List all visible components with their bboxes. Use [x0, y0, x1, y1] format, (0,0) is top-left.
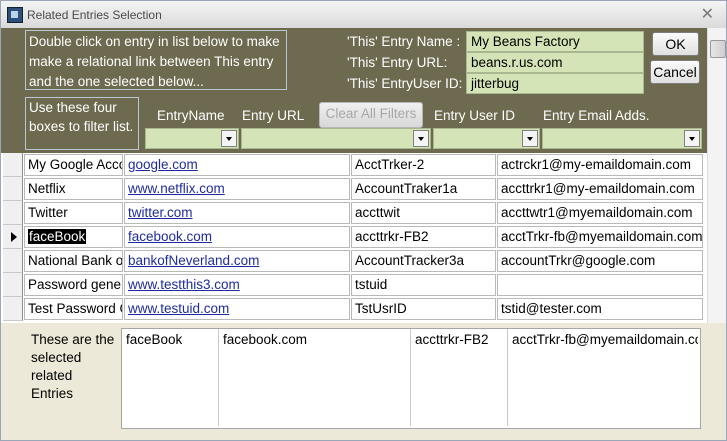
entry-email-cell[interactable]: accttwtr1@myemaildomain.com	[497, 202, 703, 224]
this-entry-name-field[interactable]: My Beans Factory	[466, 31, 644, 52]
entry-user-id-cell[interactable]: AccountTraker1a	[351, 178, 496, 200]
chevron-down-icon[interactable]	[221, 130, 237, 147]
entry-name-cell[interactable]: faceBook	[24, 226, 123, 248]
entry-url-link[interactable]: www.netflix.com	[124, 178, 350, 200]
chevron-down-icon[interactable]	[684, 130, 700, 147]
row-selector[interactable]	[3, 153, 23, 177]
row-selector[interactable]	[3, 273, 23, 297]
row-selector[interactable]	[3, 249, 23, 273]
entry-user-id-cell[interactable]: AccountTracker3a	[351, 250, 496, 272]
entry-url-link[interactable]: twitter.com	[124, 202, 350, 224]
column-header-entry-name: EntryName	[157, 108, 225, 123]
close-icon[interactable]: ✕	[701, 4, 714, 24]
this-entry-url-label: 'This' Entry URL:	[347, 55, 448, 70]
entry-name-cell[interactable]: Password gene	[24, 274, 123, 296]
this-entry-userid-label: 'This' EntryUser ID:	[347, 76, 463, 91]
row-selector[interactable]	[3, 177, 23, 201]
entry-email-cell[interactable]: acctTrkr-fb@myemaildomain.com	[497, 226, 703, 248]
chevron-down-icon[interactable]	[413, 130, 429, 147]
entry-name-cell[interactable]: National Bank o	[24, 250, 123, 272]
filter-hint-text: Use these four boxes to filter list.	[25, 97, 139, 150]
entry-user-id-cell[interactable]: AcctTrker-2	[351, 154, 496, 176]
entry-email-cell[interactable]: tstid@tester.com	[497, 298, 703, 320]
entry-url-link[interactable]: www.testuid.com	[124, 298, 350, 320]
current-record-arrow-icon[interactable]	[3, 225, 23, 249]
row-selector[interactable]	[3, 201, 23, 225]
row-selector[interactable]	[3, 297, 23, 321]
selected-entries-label: These are the selected related Entries	[31, 332, 115, 401]
table-row[interactable]: Netflix www.netflix.com AccountTraker1a …	[1, 177, 707, 201]
entry-name-cell[interactable]: Test Password G	[24, 298, 123, 320]
entry-email-cell[interactable]: actrckr1@my-emaildomain.com	[497, 154, 703, 176]
filter-entry-email-combo[interactable]	[542, 128, 702, 149]
entry-name-cell[interactable]: Netflix	[24, 178, 123, 200]
window-title: Related Entries Selection	[27, 8, 162, 22]
selected-entry-url[interactable]: facebook.com	[219, 329, 411, 426]
instructions-text: Double click on entry in list below to m…	[25, 30, 287, 90]
entry-url-link[interactable]: google.com	[124, 154, 350, 176]
entries-list: My Google Acco google.com AcctTrker-2 ac…	[1, 153, 707, 323]
entry-user-id-cell[interactable]: TstUsrID	[351, 298, 496, 320]
filter-entry-name-combo[interactable]	[145, 128, 239, 149]
entry-email-cell[interactable]	[497, 274, 703, 296]
entry-name-cell[interactable]: My Google Acco	[24, 154, 123, 176]
entry-url-link[interactable]: facebook.com	[124, 226, 350, 248]
column-header-entry-user-id: Entry User ID	[434, 108, 516, 123]
this-entry-userid-field[interactable]: jitterbug	[466, 73, 644, 94]
selected-entry-user-id[interactable]: accttrkr-FB2	[411, 329, 508, 426]
form-footer: These are the selected related Entries f…	[1, 323, 726, 440]
app-icon	[7, 7, 23, 23]
table-row[interactable]: Password gene www.testthis3.com tstuid	[1, 273, 707, 297]
table-row-current[interactable]: faceBook facebook.com accttrkr-FB2 acctT…	[1, 225, 707, 249]
entry-url-link[interactable]: bankofNeverland.com	[124, 250, 350, 272]
entry-user-id-cell[interactable]: tstuid	[351, 274, 496, 296]
selected-entries-list[interactable]: faceBook facebook.com accttrkr-FB2 acctT…	[121, 328, 701, 429]
filter-entry-user-id-combo[interactable]	[433, 128, 540, 149]
chevron-down-icon[interactable]	[522, 130, 538, 147]
scrollbar-thumb[interactable]	[710, 40, 726, 58]
entry-email-cell[interactable]: accountTrkr@google.com	[497, 250, 703, 272]
title-bar: Related Entries Selection ✕	[1, 1, 726, 29]
filter-entry-url-combo[interactable]	[241, 128, 431, 149]
vertical-scrollbar[interactable]	[707, 28, 726, 323]
entry-url-link[interactable]: www.testthis3.com	[124, 274, 350, 296]
entry-user-id-cell[interactable]: accttrkr-FB2	[351, 226, 496, 248]
ok-button[interactable]: OK	[652, 32, 699, 56]
table-row[interactable]: Test Password G www.testuid.com TstUsrID…	[1, 297, 707, 321]
selected-text: faceBook	[28, 229, 87, 244]
entry-user-id-cell[interactable]: accttwit	[351, 202, 496, 224]
clear-all-filters-button[interactable]: Clear All Filters	[319, 102, 423, 128]
table-row[interactable]: Twitter twitter.com accttwit accttwtr1@m…	[1, 201, 707, 225]
column-header-entry-url: Entry URL	[242, 108, 305, 123]
table-row[interactable]: National Bank o bankofNeverland.com Acco…	[1, 249, 707, 273]
selected-entry-email[interactable]: acctTrkr-fb@myemaildomain.com	[508, 329, 698, 426]
cancel-button[interactable]: Cancel	[650, 60, 700, 84]
entry-email-cell[interactable]: accttrkr1@my-emaildomain.com	[497, 178, 703, 200]
column-header-entry-email: Entry Email Adds.	[543, 108, 650, 123]
entry-name-cell[interactable]: Twitter	[24, 202, 123, 224]
selected-entry-name[interactable]: faceBook	[122, 329, 219, 426]
this-entry-url-field[interactable]: beans.r.us.com	[466, 52, 644, 73]
table-row[interactable]: My Google Acco google.com AcctTrker-2 ac…	[1, 153, 707, 177]
this-entry-name-label: 'This' Entry Name :	[347, 34, 461, 49]
related-entries-window: Related Entries Selection ✕ Double click…	[0, 0, 727, 441]
form-header: Double click on entry in list below to m…	[1, 28, 726, 153]
